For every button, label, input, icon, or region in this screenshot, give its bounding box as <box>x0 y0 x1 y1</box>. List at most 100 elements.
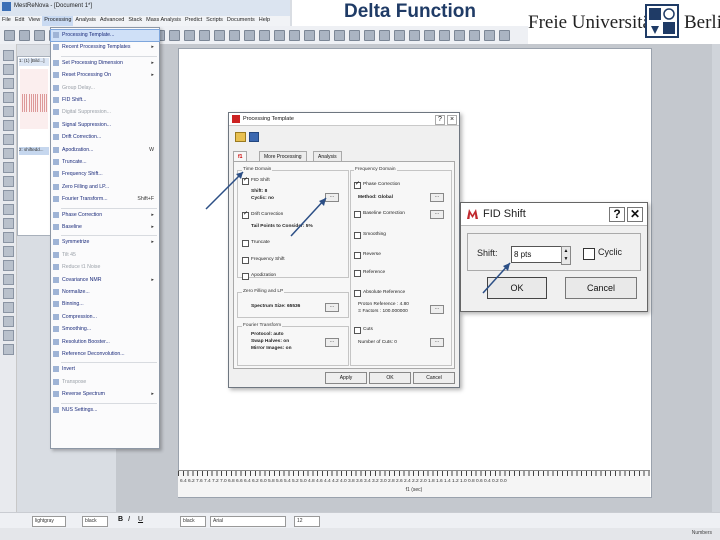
menu-item-symmetrize[interactable]: Symmetrize ▸ <box>51 237 159 248</box>
tool-button[interactable] <box>3 330 14 341</box>
menu-item-drift-correction[interactable]: Drift Correction... <box>51 132 159 143</box>
menu-item-reset-processing-on[interactable]: Reset Processing On ▸ <box>51 70 159 81</box>
italic-button[interactable]: I <box>128 516 130 523</box>
toolbar-button[interactable] <box>304 30 315 41</box>
zero-filling-settings-button[interactable]: ... <box>325 303 339 312</box>
ok-button[interactable]: OK <box>487 277 547 299</box>
menu-view[interactable]: View <box>26 16 42 26</box>
toolbar-button[interactable] <box>469 30 480 41</box>
menu-item-nus-settings[interactable]: NUS Settings... <box>51 405 159 416</box>
menu-item-zero-filling-and-lp[interactable]: Zero Filling and LP... <box>51 182 159 193</box>
menu-item-baseline[interactable]: Baseline ▸ <box>51 222 159 233</box>
tool-button[interactable] <box>3 218 14 229</box>
line-color-select[interactable]: black <box>82 516 108 527</box>
fid-shift-settings-button[interactable]: ... <box>325 193 339 202</box>
menu-item-smoothing[interactable]: Smoothing... <box>51 324 159 335</box>
menu-item-signal-suppression[interactable]: Signal Suppression... <box>51 120 159 131</box>
toolbar-button[interactable] <box>214 30 225 41</box>
menu-item-set-processing-dimension[interactable]: Set Processing Dimension ▸ <box>51 58 159 69</box>
page-thumbnail-1[interactable] <box>20 69 48 129</box>
apodization-checkbox[interactable] <box>242 273 249 280</box>
menu-item-covariance-nmr[interactable]: Covariance NMR ▸ <box>51 275 159 286</box>
menu-mass-analysis[interactable]: Mass Analysis <box>144 16 183 26</box>
menu-analysis[interactable]: Analysis <box>73 16 97 26</box>
menu-stack[interactable]: Stack <box>126 16 144 26</box>
toolbar-button[interactable] <box>439 30 450 41</box>
toolbar-button[interactable] <box>34 30 45 41</box>
phase-settings-button[interactable]: ... <box>430 193 444 202</box>
menu-item-apodization[interactable]: Apodization... W <box>51 145 159 156</box>
menu-item-resolution-booster[interactable]: Resolution Booster... <box>51 337 159 348</box>
toolbar-button[interactable] <box>199 30 210 41</box>
menu-item-reduce-t1-noise[interactable]: Reduce t1 Noise <box>51 262 159 273</box>
toolbar-button[interactable] <box>259 30 270 41</box>
toolbar-button[interactable] <box>484 30 495 41</box>
menu-item-recent-processing-templates[interactable]: Recent Processing Templates ▸ <box>51 42 159 53</box>
menu-item-fid-shift[interactable]: FID Shift... <box>51 95 159 106</box>
baseline-settings-button[interactable]: ... <box>430 210 444 219</box>
truncate-checkbox[interactable] <box>242 240 249 247</box>
menu-scripts[interactable]: Scripts <box>204 16 225 26</box>
menu-item-transpose[interactable]: Transpose <box>51 377 159 388</box>
toolbar-button[interactable] <box>319 30 330 41</box>
menu-item-binning[interactable]: Binning... <box>51 299 159 310</box>
toolbar-button[interactable] <box>334 30 345 41</box>
tool-button[interactable] <box>3 302 14 313</box>
toolbar-button[interactable] <box>274 30 285 41</box>
menu-item-compression[interactable]: Compression... <box>51 312 159 323</box>
drift-checkbox[interactable]: ✓ <box>242 211 249 219</box>
tool-button[interactable] <box>3 190 14 201</box>
menu-item-processing-template[interactable]: Processing Template... <box>50 29 160 42</box>
color-select[interactable]: lightgray <box>32 516 66 527</box>
tool-button[interactable] <box>3 344 14 355</box>
toolbar-button[interactable] <box>349 30 360 41</box>
toolbar-button[interactable] <box>454 30 465 41</box>
baseline-checkbox[interactable] <box>354 211 361 218</box>
toolbar-button[interactable] <box>379 30 390 41</box>
toolbar-button[interactable] <box>229 30 240 41</box>
tool-button[interactable] <box>3 120 14 131</box>
shift-input[interactable]: 8 pts <box>511 246 563 263</box>
toolbar-button[interactable] <box>394 30 405 41</box>
reference-checkbox[interactable] <box>354 270 361 277</box>
save-icon[interactable] <box>249 132 259 142</box>
menu-file[interactable]: File <box>0 16 13 26</box>
cancel-button[interactable]: Cancel <box>413 372 455 384</box>
cancel-button[interactable]: Cancel <box>565 277 637 299</box>
menu-item-frequency-shift[interactable]: Frequency Shift... <box>51 169 159 180</box>
toolbar-button[interactable] <box>499 30 510 41</box>
toolbar-button[interactable] <box>409 30 420 41</box>
close-button[interactable]: × <box>447 115 457 125</box>
toolbar-button[interactable] <box>4 30 15 41</box>
menu-item-fourier-transform[interactable]: Fourier Transform... Shift+F <box>51 194 159 205</box>
menu-edit[interactable]: Edit <box>13 16 26 26</box>
tool-button[interactable] <box>3 246 14 257</box>
thumb-header-1[interactable]: 1: (1) [Bild...] <box>19 58 49 66</box>
tool-button[interactable] <box>3 50 14 61</box>
menu-item-tilt-45[interactable]: Tilt 45 <box>51 250 159 261</box>
cuts-settings-button[interactable]: ... <box>430 338 444 347</box>
menu-item-phase-correction[interactable]: Phase Correction ▸ <box>51 210 159 221</box>
menu-processing[interactable]: Processing <box>42 16 74 26</box>
menu-item-group-delay[interactable]: Group Delay... <box>51 83 159 94</box>
phase-checkbox[interactable]: ✓ <box>354 181 361 189</box>
menu-item-reference-deconvolution[interactable]: Reference Deconvolution... <box>51 349 159 360</box>
smoothing-checkbox[interactable] <box>354 232 361 239</box>
reference-settings-button[interactable]: ... <box>430 305 444 314</box>
menu-item-invert[interactable]: Invert <box>51 364 159 375</box>
toolbar-button[interactable] <box>184 30 195 41</box>
toolbar-button[interactable] <box>364 30 375 41</box>
reverse-checkbox[interactable] <box>354 252 361 259</box>
text-color-select[interactable]: black <box>180 516 206 527</box>
absolute-reference-checkbox[interactable] <box>354 290 361 297</box>
tool-button[interactable] <box>3 316 14 327</box>
open-folder-icon[interactable] <box>235 132 246 142</box>
menu-item-reverse-spectrum[interactable]: Reverse Spectrum ▸ <box>51 389 159 400</box>
help-button[interactable]: ? <box>435 115 445 125</box>
tool-button[interactable] <box>3 274 14 285</box>
tool-button[interactable] <box>3 288 14 299</box>
tool-button[interactable] <box>3 176 14 187</box>
ok-button[interactable]: OK <box>369 372 411 384</box>
frequency-shift-checkbox[interactable] <box>242 257 249 264</box>
tool-button[interactable] <box>3 148 14 159</box>
